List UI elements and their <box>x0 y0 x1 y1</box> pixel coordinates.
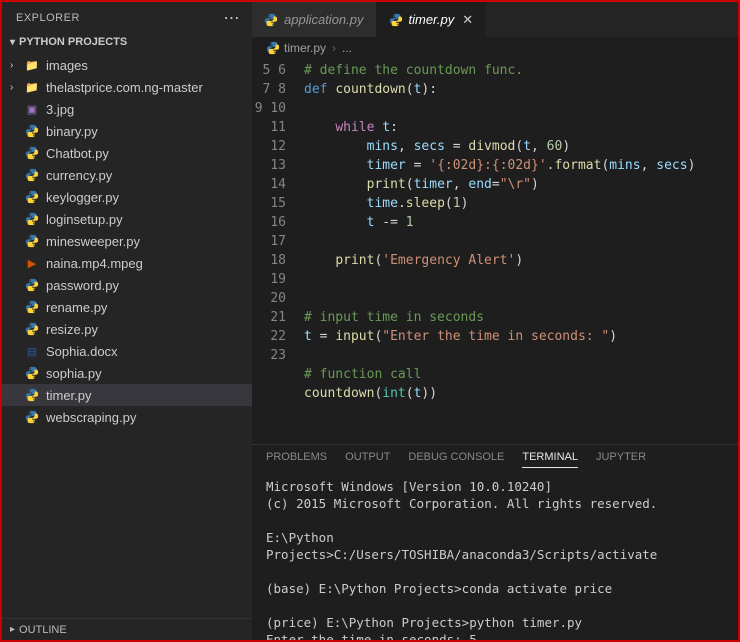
tree-item[interactable]: rename.py <box>2 296 252 318</box>
outline-section[interactable]: OUTLINE <box>2 618 252 640</box>
editor-tab[interactable]: timer.py ✕ <box>377 2 487 37</box>
tree-item-label: images <box>46 58 88 73</box>
document-file-icon: ▤ <box>24 343 40 359</box>
editor-area: application.py timer.py ✕ timer.py › ... 5… <box>252 2 738 640</box>
tree-item-label: webscraping.py <box>46 410 136 425</box>
tree-item[interactable]: loginsetup.py <box>2 208 252 230</box>
code-editor[interactable]: 5 6 7 8 9 10 11 12 13 14 15 16 17 18 19 … <box>252 59 738 444</box>
tree-item-label: thelastprice.com.ng-master <box>46 80 203 95</box>
bottom-panel: PROBLEMS OUTPUT DEBUG CONSOLE TERMINAL JUPYT… <box>252 444 738 640</box>
image-file-icon: ▣ <box>24 101 40 117</box>
outline-label: OUTLINE <box>19 624 67 636</box>
tree-item[interactable]: webscraping.py <box>2 406 252 428</box>
tree-item[interactable]: sophia.py <box>2 362 252 384</box>
python-file-icon <box>24 409 40 425</box>
python-file-icon <box>24 211 40 227</box>
tree-item[interactable]: ▶ naina.mp4.mpeg <box>2 252 252 274</box>
panel-tab[interactable]: JUPYTER <box>596 451 646 468</box>
tree-item-label: sophia.py <box>46 366 102 381</box>
code-content[interactable]: # define the countdown func. def countdo… <box>304 59 738 444</box>
project-section-label: PYTHON PROJECTS <box>19 36 127 48</box>
breadcrumb-more: ... <box>342 41 352 55</box>
tree-item[interactable]: currency.py <box>2 164 252 186</box>
tree-item-label: 3.jpg <box>46 102 74 117</box>
python-file-icon <box>264 13 278 27</box>
python-file-icon <box>24 167 40 183</box>
tree-item[interactable]: Chatbot.py <box>2 142 252 164</box>
tree-item[interactable]: ›📁 thelastprice.com.ng-master <box>2 76 252 98</box>
folder-icon: 📁 <box>24 57 40 73</box>
folder-icon: 📁 <box>24 79 40 95</box>
tree-item[interactable]: keylogger.py <box>2 186 252 208</box>
more-actions-icon[interactable]: ⋯ <box>224 8 241 28</box>
tree-item[interactable]: password.py <box>2 274 252 296</box>
breadcrumb[interactable]: timer.py › ... <box>252 37 738 59</box>
terminal-output[interactable]: Microsoft Windows [Version 10.0.10240] (… <box>252 472 738 640</box>
explorer-header: EXPLORER ⋯ <box>2 2 252 32</box>
media-file-icon: ▶ <box>24 255 40 271</box>
tree-item[interactable]: binary.py <box>2 120 252 142</box>
tree-item-label: Chatbot.py <box>46 146 109 161</box>
python-file-icon <box>24 233 40 249</box>
python-file-icon <box>24 365 40 381</box>
line-gutter: 5 6 7 8 9 10 11 12 13 14 15 16 17 18 19 … <box>252 59 304 444</box>
file-tree: ›📁 images ›📁 thelastprice.com.ng-master ▣ 3.j… <box>2 54 252 618</box>
project-section-title[interactable]: PYTHON PROJECTS <box>2 32 252 54</box>
tree-item-label: rename.py <box>46 300 107 315</box>
tab-label: application.py <box>284 12 364 27</box>
python-file-icon <box>24 299 40 315</box>
panel-tab[interactable]: TERMINAL <box>522 451 578 468</box>
python-file-icon <box>24 321 40 337</box>
explorer-sidebar: EXPLORER ⋯ PYTHON PROJECTS ›📁 images ›📁 the… <box>2 2 252 640</box>
explorer-title: EXPLORER <box>16 12 224 24</box>
tree-item[interactable]: timer.py <box>2 384 252 406</box>
python-file-icon <box>389 13 403 27</box>
tree-item[interactable]: ▣ 3.jpg <box>2 98 252 120</box>
breadcrumb-separator-icon: › <box>332 41 336 55</box>
panel-tab[interactable]: PROBLEMS <box>266 451 327 468</box>
tree-item-label: Sophia.docx <box>46 344 118 359</box>
python-file-icon <box>24 145 40 161</box>
tree-item-label: naina.mp4.mpeg <box>46 256 143 271</box>
python-file-icon <box>266 41 280 55</box>
tree-item[interactable]: resize.py <box>2 318 252 340</box>
tree-item-label: keylogger.py <box>46 190 119 205</box>
tree-item[interactable]: ▤ Sophia.docx <box>2 340 252 362</box>
breadcrumb-file: timer.py <box>284 41 326 55</box>
python-file-icon <box>24 123 40 139</box>
editor-tab[interactable]: application.py <box>252 2 377 37</box>
tree-item-label: loginsetup.py <box>46 212 123 227</box>
python-file-icon <box>24 189 40 205</box>
panel-tabs: PROBLEMS OUTPUT DEBUG CONSOLE TERMINAL JUPYT… <box>252 445 738 472</box>
tree-item-label: timer.py <box>46 388 92 403</box>
tab-label: timer.py <box>409 12 455 27</box>
panel-tab[interactable]: OUTPUT <box>345 451 390 468</box>
python-file-icon <box>24 277 40 293</box>
python-file-icon <box>24 387 40 403</box>
tree-item[interactable]: ›📁 images <box>2 54 252 76</box>
tree-item-label: binary.py <box>46 124 98 139</box>
editor-tabs: application.py timer.py ✕ <box>252 2 738 37</box>
chevron-right-icon: › <box>10 82 22 93</box>
tree-item-label: currency.py <box>46 168 112 183</box>
tree-item-label: minesweeper.py <box>46 234 140 249</box>
tree-item-label: resize.py <box>46 322 98 337</box>
tree-item-label: password.py <box>46 278 119 293</box>
tree-item[interactable]: minesweeper.py <box>2 230 252 252</box>
close-icon[interactable]: ✕ <box>462 12 473 28</box>
panel-tab[interactable]: DEBUG CONSOLE <box>408 451 504 468</box>
chevron-right-icon: › <box>10 60 22 71</box>
